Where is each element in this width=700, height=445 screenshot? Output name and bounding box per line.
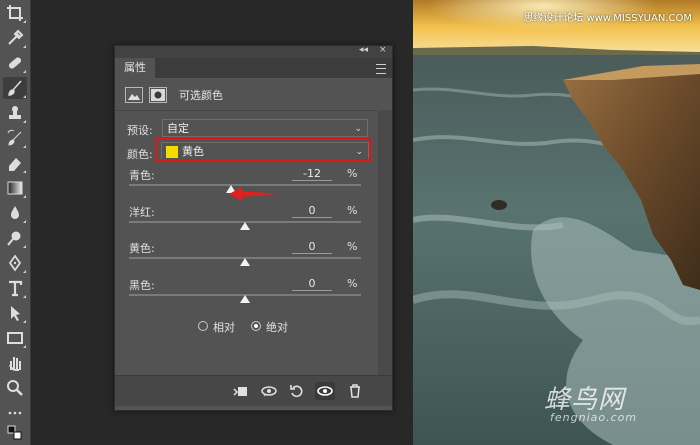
cyan-unit: %	[347, 167, 358, 180]
brush-icon[interactable]	[3, 77, 27, 99]
adjustment-layer-icon[interactable]	[125, 87, 143, 103]
panel-scrollbar[interactable]	[378, 110, 392, 376]
magenta-label: 洋红:	[129, 206, 155, 219]
path-selection-icon[interactable]	[3, 302, 27, 324]
color-dropdown-highlight	[155, 137, 371, 161]
gradient-icon[interactable]	[3, 177, 27, 199]
rectangle-icon[interactable]	[3, 327, 27, 349]
default-colors-icon[interactable]	[3, 424, 27, 442]
cyan-value[interactable]: -12	[292, 167, 332, 181]
eyedropper-icon[interactable]	[3, 27, 27, 49]
magenta-value[interactable]: 0	[292, 204, 332, 218]
yellow-value[interactable]: 0	[292, 240, 332, 254]
tools-panel	[0, 0, 31, 445]
panel-title-bar[interactable]: ◂◂ ×	[115, 45, 392, 58]
black-label: 黑色:	[129, 279, 155, 292]
relative-radio[interactable]	[198, 321, 208, 331]
cyan-label: 青色:	[129, 169, 155, 182]
black-unit: %	[347, 277, 358, 290]
close-icon[interactable]: ×	[379, 45, 387, 55]
delete-icon[interactable]	[345, 382, 365, 400]
properties-panel: ◂◂ × 属性 可选颜色 预设: 自定 ⌄ 颜色: 黄色 ⌄ 青色: -12 %…	[114, 45, 393, 411]
panel-tab-row: 属性	[115, 58, 392, 78]
dodge-icon[interactable]	[3, 227, 27, 249]
red-arrow-annotation	[229, 187, 278, 201]
magenta-slider-knob[interactable]	[240, 222, 250, 230]
more-icon[interactable]	[3, 402, 27, 424]
black-value[interactable]: 0	[292, 277, 332, 291]
clip-to-layer-icon[interactable]	[231, 382, 251, 400]
yellow-unit: %	[347, 240, 358, 253]
absolute-radio[interactable]	[251, 321, 261, 331]
eraser-icon[interactable]	[3, 152, 27, 174]
visibility-icon[interactable]	[315, 382, 335, 400]
black-slider-knob[interactable]	[240, 295, 250, 303]
type-icon[interactable]	[3, 277, 27, 299]
yellow-slider-knob[interactable]	[240, 258, 250, 266]
blur-icon[interactable]	[3, 202, 27, 224]
panel-bottom-bar	[115, 375, 392, 406]
adjustment-title: 可选颜色	[179, 89, 223, 102]
preset-label: 预设:	[127, 124, 153, 137]
view-previous-icon[interactable]	[259, 382, 279, 400]
zoom-icon[interactable]	[3, 377, 27, 399]
relative-label: 相对	[213, 321, 235, 334]
tab-properties[interactable]: 属性	[115, 58, 155, 78]
clone-stamp-icon[interactable]	[3, 102, 27, 124]
crop-icon[interactable]	[3, 2, 27, 24]
watermark-top: 思缘设计论坛 www.MISSYUAN.COM	[523, 13, 692, 24]
hand-icon[interactable]	[3, 352, 27, 374]
preset-dropdown[interactable]: 自定 ⌄	[162, 119, 368, 137]
layer-mask-icon[interactable]	[149, 87, 167, 103]
panel-menu-icon[interactable]	[376, 64, 386, 74]
color-label: 颜色:	[127, 148, 153, 161]
preset-value: 自定	[167, 122, 189, 135]
healing-brush-icon[interactable]	[3, 52, 27, 74]
adjustment-header: 可选颜色	[125, 84, 223, 106]
pen-icon[interactable]	[3, 252, 27, 274]
yellow-label: 黄色:	[129, 242, 155, 255]
divider	[115, 110, 377, 111]
reset-icon[interactable]	[287, 382, 307, 400]
history-brush-icon[interactable]	[3, 127, 27, 149]
chevron-down-icon: ⌄	[354, 124, 362, 134]
collapse-icon[interactable]: ◂◂	[359, 45, 368, 55]
magenta-unit: %	[347, 204, 358, 217]
absolute-label: 绝对	[266, 321, 288, 334]
watermark-url: fengniao.com	[550, 411, 638, 424]
